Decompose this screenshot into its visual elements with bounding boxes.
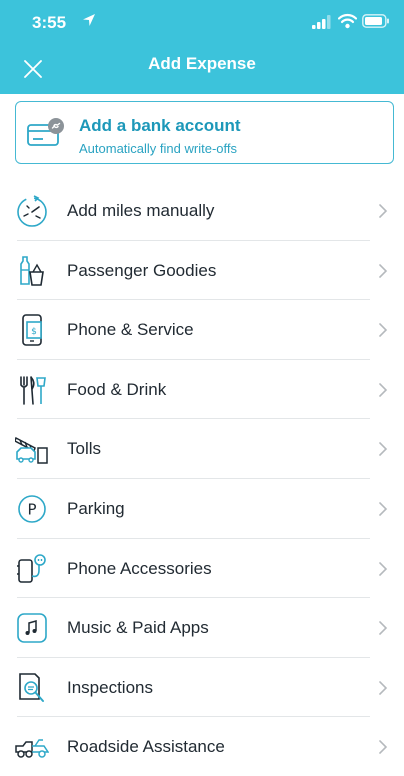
nav-bar: Add Expense: [0, 44, 404, 94]
page-title: Add Expense: [148, 54, 256, 73]
row-label: Add miles manually: [67, 201, 215, 220]
row-label: Parking: [67, 498, 125, 518]
row-label: Roadside Assistance: [67, 737, 225, 757]
svg-text:$: $: [31, 327, 37, 337]
list-item-music-apps[interactable]: Music & Paid Apps: [0, 598, 404, 658]
svg-text:P: P: [27, 500, 36, 518]
chevron-right-icon: [379, 740, 388, 755]
list-item-roadside-assistance[interactable]: Roadside Assistance: [0, 717, 404, 776]
bottle-basket-icon: [20, 255, 44, 286]
expense-category-list: Add miles manually Passenger Goodies $ P…: [0, 181, 404, 776]
toll-gate-icon: [15, 437, 48, 465]
chevron-right-icon: [379, 561, 388, 576]
status-time: 3:55: [32, 13, 67, 32]
chevron-right-icon: [379, 502, 388, 516]
chevron-right-icon: [379, 680, 388, 695]
add-bank-account-card[interactable]: Add a bank account Automatically find wr…: [15, 101, 394, 164]
row-label: Phone & Service: [67, 320, 194, 340]
list-item-food-drink[interactable]: Food & Drink: [0, 360, 404, 420]
fork-knife-icon: [20, 375, 46, 405]
list-item-inspections[interactable]: Inspections: [0, 658, 404, 718]
row-label: Tolls: [67, 439, 102, 459]
list-item-passenger-goodies[interactable]: Passenger Goodies: [0, 241, 404, 301]
list-item-phone-service[interactable]: $ Phone & Service: [0, 300, 404, 360]
odometer-icon: [17, 195, 47, 227]
battery-icon: [362, 14, 389, 28]
row-label: Passenger Goodies: [67, 260, 217, 280]
music-note-icon: [17, 613, 47, 643]
chevron-right-icon: [379, 263, 388, 278]
phone-charger-icon: [17, 553, 46, 583]
list-item-add-miles[interactable]: Add miles manually: [0, 181, 404, 241]
chevron-right-icon: [379, 442, 388, 457]
top-bar: 3:55 Add Expense: [0, 0, 404, 94]
row-label: Phone Accessories: [67, 558, 212, 578]
location-arrow-icon: [83, 14, 95, 26]
cellular-signal-icon: [312, 15, 331, 29]
tow-truck-icon: [15, 739, 49, 759]
row-label: Inspections: [67, 677, 153, 697]
row-label: Food & Drink: [67, 379, 167, 399]
chevron-right-icon: [379, 323, 388, 337]
list-item-parking[interactable]: P Parking: [0, 479, 404, 539]
chevron-right-icon: [379, 621, 388, 635]
bank-card-link-icon: [27, 118, 64, 146]
status-bar: 3:55: [0, 0, 404, 44]
list-item-phone-accessories[interactable]: Phone Accessories: [0, 539, 404, 599]
parking-icon: P: [18, 495, 46, 523]
chevron-right-icon: [379, 204, 388, 218]
list-item-tolls[interactable]: Tolls: [0, 419, 404, 479]
chevron-right-icon: [379, 382, 388, 397]
phone-bill-icon: $: [22, 314, 42, 346]
bank-card-title: Add a bank account: [79, 116, 241, 135]
wifi-icon: [338, 13, 357, 29]
magnifier-document-icon: [19, 672, 44, 702]
row-label: Music & Paid Apps: [67, 618, 209, 638]
bank-card-subtitle: Automatically find write-offs: [79, 141, 237, 156]
